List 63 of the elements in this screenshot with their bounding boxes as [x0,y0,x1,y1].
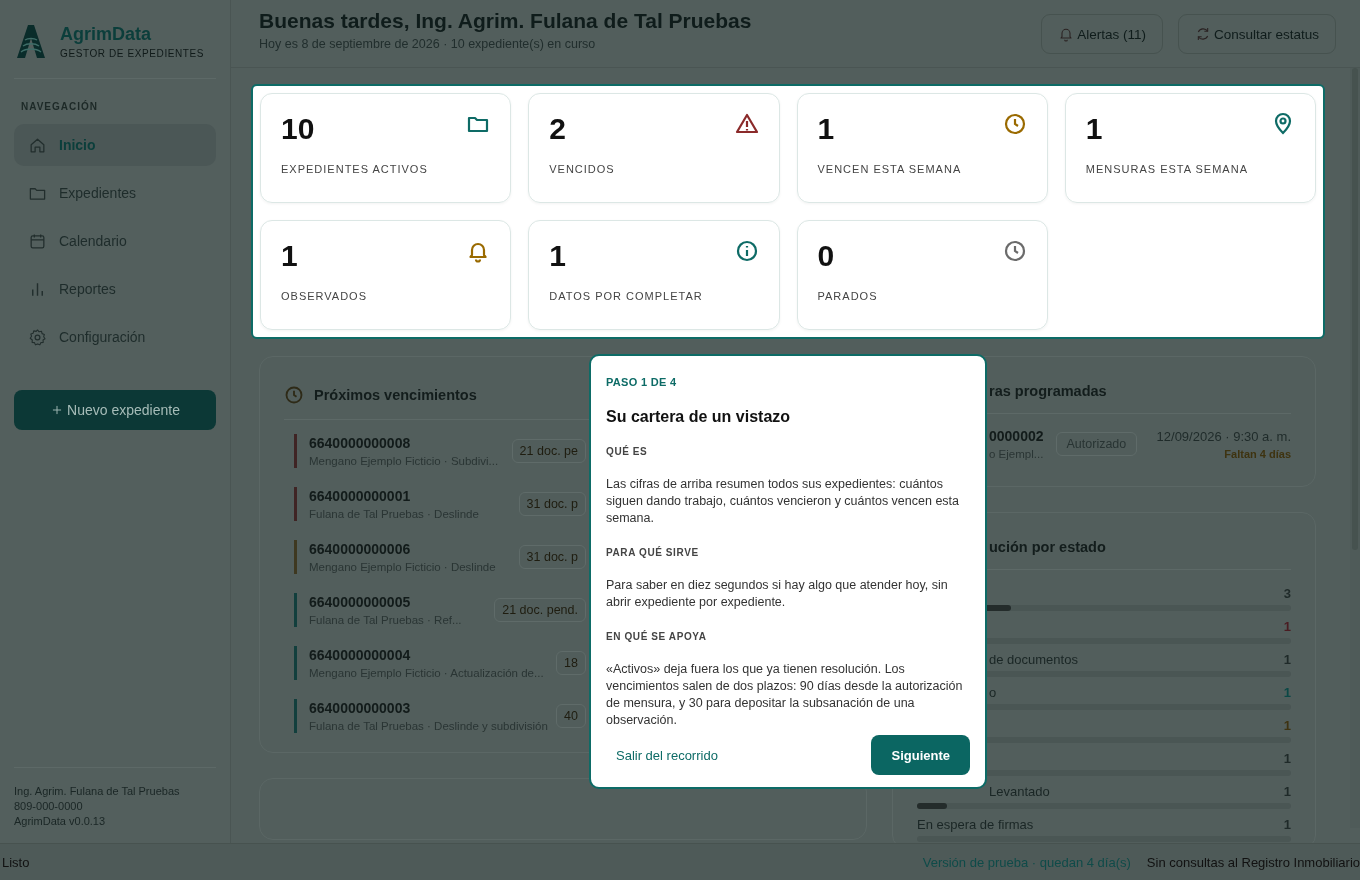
pending-docs-tag: 21 doc. pend. [494,598,586,622]
new-file-button[interactable]: Nuevo expediente [14,390,216,430]
tour-text: Las cifras de arriba resumen todos sus expedientes: cuántos siguen dando trabajo, cuántos vencieron y cuántos vencen esta semana. [606,476,960,527]
file-number: 6640000000001 [309,488,412,504]
status-count: 1 [1283,618,1291,634]
stat-label: MENSURAS ESTA SEMANA [1085,163,1249,175]
stat-label: EXPEDIENTES ACTIVOS [281,163,429,175]
card-title: ras programadas [989,383,1107,399]
calendar-icon [28,231,47,251]
tour-text: Para saber en diez segundos si hay algo que atender hoy, sin abrir expediente por expediente. [606,577,949,611]
pending-docs-tag: 40 [556,704,586,728]
tour-text: «Activos» deja fuera los que ya tienen resolución. Los vencimientos salen de dos plazos: 90 días desde la autorización de mensura, y 30 para depositar la subsanación de una observación. [606,661,964,729]
next-button[interactable]: Siguiente [871,735,970,775]
registry-status: Sin consultas al Registro Inmobiliario [1146,854,1360,870]
days-left: Faltan 4 días [1223,447,1291,460]
footer-text: AgrimData v0.0.13 [14,814,107,829]
logo-icon [14,22,48,60]
card-title: ución por estado [989,539,1106,555]
section-heading: PARA QUÉ SIRVE [606,547,700,558]
settings-icon [28,327,47,347]
pending-docs-tag: 31 doc. p [518,492,586,516]
stat-value: 2 [549,112,566,146]
status-label: En espera de firmas [917,816,1034,832]
tour-title: Su cartera de un vistazo [606,408,792,426]
skip-tour-link[interactable]: Salir del recorrido [616,747,718,763]
stat-label: VENCIDOS [549,163,616,175]
stat-value: 0 [817,239,835,273]
app-name: AgrimData [60,23,153,45]
file-number: 6640000000003 [309,700,412,716]
status-label: Levantado [989,783,1050,799]
step-counter: PASO 1 DE 4 [606,376,678,388]
file-number: 0000002 [989,428,1044,444]
file-number: 6640000000005 [309,594,412,610]
pending-docs-tag: 31 doc. p [518,545,586,569]
stat-value: 1 [817,112,835,146]
stat-label: DATOS POR COMPLETAR [549,290,704,302]
pending-docs-tag: 18 [556,651,586,675]
status-count: 1 [1283,717,1291,733]
card-title: Próximos vencimientos [314,387,477,403]
stat-label: VENCEN ESTA SEMANA [817,163,963,175]
stat-value: 1 [549,239,566,273]
status-text: Listo [2,854,30,870]
stat-label: OBSERVADOS [281,290,368,302]
stat-label: PARADOS [817,290,879,302]
status-button[interactable]: Consultar estatus [1177,14,1336,54]
stat-value: 1 [281,239,298,273]
stat-value: 1 [1085,112,1103,146]
status-label: de documentos [989,651,1078,667]
home-icon [28,135,47,155]
stat-value: 10 [281,112,315,146]
file-number: 6640000000008 [309,435,412,451]
alerts-button[interactable]: Alertas (11) [1041,14,1163,54]
file-number: 6640000000006 [309,541,412,557]
file-number: 6640000000004 [309,647,412,663]
clock-icon [284,385,304,405]
greeting-title: Buenas tardes, Ing. Agrim. Fulana de Tal Pruebas [259,9,752,33]
pending-docs-tag: 21 doc. pe [511,439,586,463]
section-heading: EN QUÉ SE APOYA [606,631,708,642]
app-tagline: GESTOR DE EXPEDIENTES [60,47,205,59]
nav-item[interactable]: Inicio [14,124,216,166]
status-count: 1 [1283,684,1291,700]
trial-notice: Versión de prueba · quedan 4 día(s) [922,854,1131,870]
section-heading: QUÉ ES [606,446,649,457]
